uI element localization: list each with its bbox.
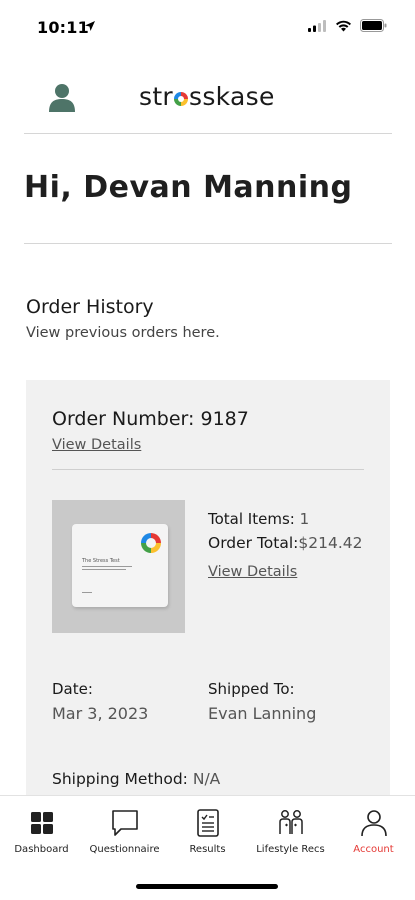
greeting-divider: [24, 243, 392, 244]
order-total-value: $214.42: [298, 534, 363, 552]
tab-questionnaire[interactable]: Questionnaire: [83, 796, 166, 865]
product-box-title: The Stress Test: [82, 558, 120, 564]
tab-lifestyle-recs-label: Lifestyle Recs: [256, 844, 325, 855]
product-text-line: [82, 592, 92, 593]
tab-questionnaire-label: Questionnaire: [89, 844, 160, 855]
brand-logo: str sskase: [139, 82, 275, 111]
wifi-icon: [336, 20, 351, 31]
stress-test-box: The Stress Test: [72, 524, 168, 607]
total-items-label: Total Items:: [208, 510, 295, 528]
cellular-signal-icon: [308, 19, 326, 32]
shipped-to-value: Evan Lanning: [208, 704, 317, 723]
order-total-label: Order Total:: [208, 534, 299, 552]
card-divider: [52, 469, 364, 470]
order-total: Order Total:$214.42: [208, 534, 363, 552]
shipping-method-label: Shipping Method:: [52, 770, 188, 788]
view-details-link-secondary[interactable]: View Details: [208, 564, 297, 580]
order-number-value: 9187: [200, 408, 249, 430]
product-image[interactable]: The Stress Test: [52, 500, 185, 633]
order-number-label: Order Number:: [52, 408, 195, 430]
product-logo-icon: [141, 533, 161, 553]
order-history-subtitle: View previous orders here.: [26, 325, 220, 341]
product-text-line: [82, 569, 126, 570]
product-text-line: [82, 566, 132, 567]
location-arrow-icon: [85, 21, 95, 31]
view-details-link[interactable]: View Details: [52, 437, 141, 453]
total-items: Total Items: 1: [208, 510, 309, 528]
tab-account[interactable]: Account: [332, 796, 415, 865]
tab-lifestyle-recs[interactable]: Lifestyle Recs: [249, 796, 332, 865]
status-time: 10:11: [37, 18, 89, 37]
shipped-to-label: Shipped To:: [208, 680, 295, 698]
battery-icon: [360, 19, 387, 32]
order-card: Order Number: 9187 View Details The Stre…: [26, 380, 390, 810]
brand-text-end: sskase: [189, 82, 275, 111]
tab-dashboard-label: Dashboard: [14, 844, 69, 855]
tab-results-label: Results: [189, 844, 226, 855]
header-divider: [24, 133, 392, 134]
status-icons: [308, 19, 387, 32]
tab-account-label: Account: [353, 844, 394, 855]
date-label: Date:: [52, 680, 93, 698]
status-bar: 10:11: [0, 0, 415, 56]
brand-logo-mark-icon: [174, 92, 189, 106]
order-history-title: Order History: [26, 296, 154, 318]
shipping-method: Shipping Method: N/A: [52, 770, 220, 788]
bottom-tab-bar: Dashboard Questionnaire Results Lifestyl…: [0, 795, 415, 865]
tab-dashboard[interactable]: Dashboard: [0, 796, 83, 865]
people-icon: [278, 810, 303, 834]
user-avatar-icon[interactable]: [48, 82, 76, 112]
person-icon: [360, 810, 387, 837]
grid-icon: [30, 812, 53, 834]
brand-text-start: str: [139, 82, 174, 111]
shipping-method-value: N/A: [192, 770, 221, 788]
chat-icon: [111, 810, 138, 836]
app-header: str sskase: [0, 72, 415, 122]
total-items-value: 1: [299, 510, 310, 528]
tab-results[interactable]: Results: [166, 796, 249, 865]
order-number: Order Number: 9187: [52, 408, 249, 430]
document-icon: [196, 809, 219, 837]
date-value: Mar 3, 2023: [52, 704, 149, 723]
home-indicator[interactable]: [136, 884, 278, 889]
page-greeting: Hi, Devan Manning: [24, 170, 353, 205]
